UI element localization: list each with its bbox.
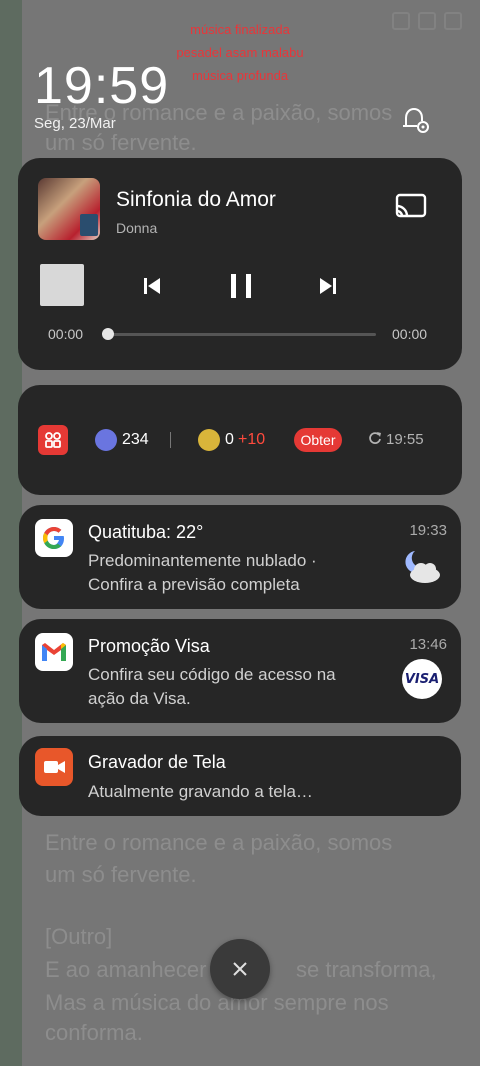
lyric-line: um só fervente. [45, 130, 197, 155]
battery-icon [444, 12, 462, 30]
divider [170, 432, 171, 448]
notification-title: Gravador de Tela [88, 752, 226, 772]
notification-title: Promoção Visa [88, 636, 210, 656]
notification-gmail[interactable]: Promoção Visa 13:46 Confira seu código d… [19, 619, 461, 723]
notification-body-line: Atualmente gravando a tela… [88, 782, 313, 801]
notification-time: 19:33 [409, 522, 447, 539]
obter-button[interactable]: Obter [294, 428, 342, 452]
lyric-line: Mas a música do amor sempre nos [45, 990, 389, 1015]
refresh-icon[interactable] [368, 431, 382, 445]
coin-bonus: +10 [238, 431, 266, 448]
progress-thumb[interactable] [102, 328, 114, 340]
notification-body-line: Confira a previsão completa [88, 575, 300, 594]
video-camera-icon [44, 761, 65, 773]
album-badge [80, 214, 98, 236]
close-icon [233, 962, 247, 976]
notification-body-line: Predominantemente nublado · [88, 551, 317, 570]
gmail-icon [42, 643, 66, 661]
pause-button[interactable] [223, 268, 259, 304]
notification-icon [392, 12, 410, 30]
gmail-app-icon [35, 633, 73, 671]
notification-body-line: Confira seu código de acesso na [88, 665, 336, 684]
notification-weather[interactable]: Quatituba: 22° 19:33 Predominantemente n… [19, 505, 461, 609]
google-icon [43, 527, 64, 549]
previous-button[interactable] [134, 268, 170, 304]
elapsed-time: 00:00 [48, 326, 84, 342]
coin-count: 0 [225, 431, 234, 448]
coin-icon [198, 429, 220, 451]
lyric-line: [Outro] [45, 924, 113, 949]
stop-button[interactable] [40, 264, 84, 306]
date: Seg, 23/Mar [34, 115, 116, 132]
updated-time: 19:55 [386, 431, 424, 448]
song-title: Sinfonia do Amor [116, 188, 276, 211]
weather-partly-cloudy-night-icon [405, 551, 440, 583]
media-player-card[interactable]: Sinfonia do Amor Donna 00:00 00:00 [18, 158, 462, 370]
next-button[interactable] [310, 268, 346, 304]
lyric-line: E ao amanhecer [45, 957, 207, 982]
lyric-line: conforma. [45, 1020, 143, 1045]
pause-icon [231, 274, 251, 298]
visa-logo-icon: VISA [402, 659, 442, 699]
visa-logo-text: VISA [404, 671, 440, 687]
google-app-icon [35, 519, 73, 557]
wifi-icon [418, 12, 436, 30]
lyric-line: Entre o romance e a paixão, somos [45, 830, 393, 855]
notification-screen-recorder[interactable]: Gravador de Tela Atualmente gravando a t… [19, 736, 461, 816]
skip-next-icon [320, 278, 336, 294]
screen-recorder-app-icon [35, 748, 73, 786]
total-time: 00:00 [392, 326, 428, 342]
notification-time: 13:46 [409, 636, 447, 653]
rewards-app-icon [38, 425, 68, 455]
album-art [38, 178, 100, 240]
skip-previous-icon [144, 278, 160, 294]
song-artist: Donna [116, 220, 158, 236]
settings-icon[interactable] [400, 104, 432, 136]
cast-icon[interactable] [394, 192, 428, 220]
rewards-widget[interactable]: 234 0 +10 Obter 19:55 [18, 385, 462, 495]
progress-track[interactable] [108, 333, 376, 336]
lyric-line: um só fervente. [45, 862, 197, 887]
lyric-line: se transforma, [296, 957, 437, 982]
clear-notifications-button[interactable] [210, 939, 270, 999]
steps-count: 234 [122, 431, 149, 448]
grid-icon [45, 432, 61, 448]
status-bar-icons [392, 12, 462, 30]
notification-body-line: ação da Visa. [88, 689, 191, 708]
notification-title: Quatituba: 22° [88, 522, 204, 542]
footsteps-icon [95, 429, 117, 451]
clock: 19:59 [34, 57, 170, 115]
